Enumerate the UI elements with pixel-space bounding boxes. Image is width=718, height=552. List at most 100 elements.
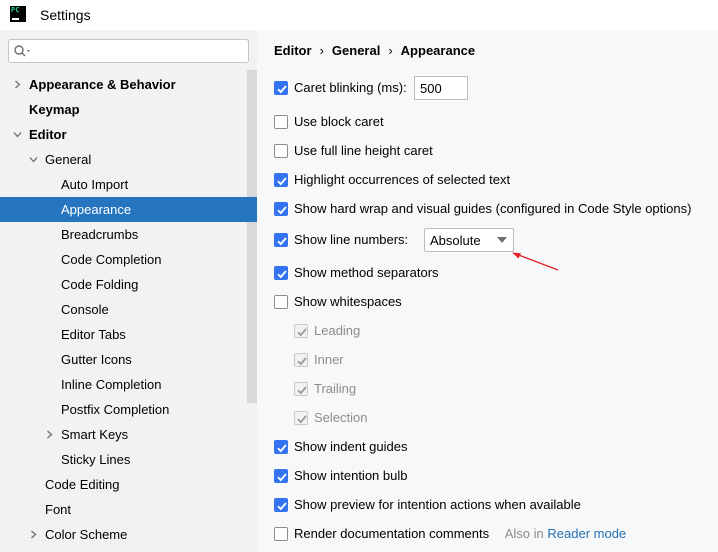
- tree-item-label: General: [45, 152, 92, 167]
- tree-item[interactable]: Postfix Completion: [0, 397, 257, 422]
- checkbox: [294, 324, 308, 338]
- checkmark-icon: [277, 270, 287, 279]
- chevron-down-icon[interactable]: [13, 130, 22, 139]
- red-arrow-icon: [512, 252, 559, 271]
- breadcrumb-separator: ›: [388, 43, 393, 58]
- tree-item[interactable]: Appearance & Behavior: [0, 72, 257, 97]
- chevron-down-icon[interactable]: [29, 155, 38, 164]
- tree-item-label: Appearance: [61, 202, 132, 217]
- checkmark-icon: [277, 444, 287, 453]
- tree-item[interactable]: Editor Tabs: [0, 322, 257, 347]
- breadcrumb-editor[interactable]: Editor: [274, 43, 312, 58]
- checkbox[interactable]: [274, 527, 288, 541]
- checkbox[interactable]: [274, 173, 288, 187]
- search-input[interactable]: [37, 43, 242, 59]
- tree-item[interactable]: Color Scheme: [0, 522, 257, 547]
- tree-item-label: Postfix Completion: [61, 402, 170, 417]
- checkbox[interactable]: [274, 81, 288, 95]
- tree-item[interactable]: Font: [0, 497, 257, 522]
- checkbox[interactable]: [274, 469, 288, 483]
- checkmark-icon: [277, 85, 287, 94]
- tree-item-label: Inline Completion: [61, 377, 162, 392]
- checkmark-icon: [297, 415, 307, 424]
- chevron-right-icon[interactable]: [29, 530, 38, 539]
- checkmark-icon: [297, 328, 307, 337]
- dropdown-value: Absolute: [430, 233, 481, 248]
- breadcrumb-general[interactable]: General: [332, 43, 380, 58]
- tree-item[interactable]: Code Editing: [0, 472, 257, 497]
- checkbox[interactable]: [274, 115, 288, 129]
- tree-item-label: Breadcrumbs: [61, 227, 139, 242]
- tree-item-label: Smart Keys: [61, 427, 129, 442]
- title-bar: PC Settings: [0, 0, 718, 30]
- tree-item[interactable]: Code Completion: [0, 247, 257, 272]
- tree-item-label: Editor Tabs: [61, 327, 126, 342]
- checkbox[interactable]: [274, 440, 288, 454]
- line-numbers-dropdown[interactable]: Absolute: [424, 228, 514, 252]
- option-label: Leading: [314, 323, 361, 338]
- tree-item[interactable]: Code Folding: [0, 272, 257, 297]
- checkmark-icon: [297, 357, 307, 366]
- checkmark-icon: [277, 473, 287, 482]
- tree-item[interactable]: General: [0, 147, 257, 172]
- option-label: Inner: [314, 352, 344, 367]
- breadcrumb-appearance: Appearance: [400, 43, 476, 58]
- checkbox: [294, 411, 308, 425]
- chevron-down-icon: [497, 237, 507, 243]
- tree-item-label: Code Editing: [45, 477, 120, 492]
- tree-item[interactable]: Appearance: [0, 197, 257, 222]
- checkbox[interactable]: [274, 202, 288, 216]
- option-label: Show line numbers:: [294, 232, 409, 247]
- tree-item-label: Gutter Icons: [61, 352, 132, 367]
- caret-blinking-input[interactable]: [414, 76, 468, 100]
- option-label: Show whitespaces: [294, 294, 402, 309]
- tree-item[interactable]: Auto Import: [0, 172, 257, 197]
- chevron-right-icon[interactable]: [13, 80, 22, 89]
- search-box[interactable]: [8, 39, 249, 63]
- breadcrumb: Editor › General › Appearance: [274, 43, 475, 58]
- tree-item[interactable]: Smart Keys: [0, 422, 257, 447]
- tree-item[interactable]: Breadcrumbs: [0, 222, 257, 247]
- checkbox[interactable]: [274, 498, 288, 512]
- settings-content: Editor › General › Appearance Caret blinking…: [257, 30, 718, 552]
- tree-item[interactable]: Gutter Icons: [0, 347, 257, 372]
- checkbox[interactable]: [274, 233, 288, 247]
- option-label: Show preview for intention actions when …: [294, 497, 581, 512]
- app-icon-text: PC: [11, 6, 20, 14]
- checkbox: [294, 382, 308, 396]
- checkmark-icon: [277, 177, 287, 186]
- option-label: Highlight occurrences of selected text: [294, 172, 511, 187]
- pycharm-app-icon: PC: [10, 6, 26, 22]
- chevron-right-icon[interactable]: [45, 430, 54, 439]
- tree-item-label: Editor: [29, 127, 67, 142]
- option-label: Show indent guides: [294, 439, 408, 454]
- tree-item-label: Appearance & Behavior: [29, 77, 176, 92]
- breadcrumb-separator: ›: [319, 43, 324, 58]
- option-label: Caret blinking (ms):: [294, 80, 407, 95]
- checkmark-icon: [277, 502, 287, 511]
- settings-sidebar: Appearance & Behavior Keymap Editor General…: [0, 30, 257, 552]
- checkbox[interactable]: [274, 144, 288, 158]
- checkbox[interactable]: [274, 266, 288, 280]
- option-label: Show method separators: [294, 265, 439, 280]
- tree-item-label: Auto Import: [61, 177, 129, 192]
- checkmark-icon: [297, 386, 307, 395]
- tree-item[interactable]: Keymap: [0, 97, 257, 122]
- search-icon[interactable]: [13, 44, 33, 58]
- tree-item-label: Font: [45, 502, 72, 517]
- option-label: Show hard wrap and visual guides (config…: [294, 201, 692, 216]
- tree-item[interactable]: Inline Completion: [0, 372, 257, 397]
- tree-item[interactable]: Sticky Lines: [0, 447, 257, 472]
- tree-item[interactable]: Editor: [0, 122, 257, 147]
- checkmark-icon: [277, 206, 287, 215]
- checkbox[interactable]: [274, 295, 288, 309]
- option-label: Render documentation comments Also in Re…: [294, 526, 626, 541]
- option-label: Trailing: [314, 381, 357, 396]
- option-label: Use full line height caret: [294, 143, 433, 158]
- tree-item-label: Sticky Lines: [61, 452, 131, 467]
- tree-item[interactable]: Console: [0, 297, 257, 322]
- tree-item-label: Color Scheme: [45, 527, 128, 542]
- window-title: Settings: [40, 7, 91, 23]
- reader-mode-link[interactable]: Reader mode: [547, 526, 626, 541]
- tree-item-label: Keymap: [29, 102, 80, 117]
